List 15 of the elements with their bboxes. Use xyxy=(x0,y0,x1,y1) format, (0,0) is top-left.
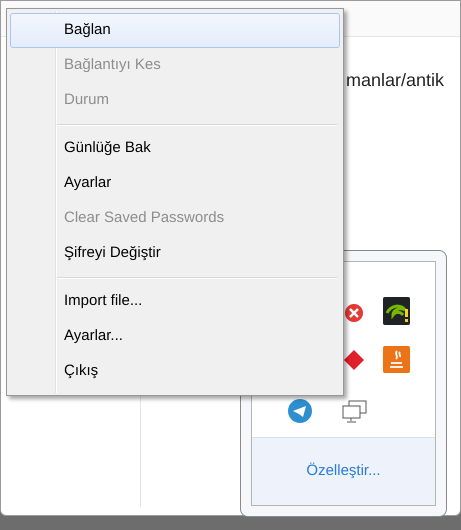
diamond-icon xyxy=(344,350,364,370)
menu-item[interactable]: Ayarlar... xyxy=(10,319,340,354)
menu-item[interactable]: Import file... xyxy=(10,284,340,319)
path-text: manlar/antik xyxy=(346,70,444,90)
menu-item[interactable]: Günlüğe Bak xyxy=(10,131,340,166)
error-icon xyxy=(343,302,365,324)
plane-icon xyxy=(287,398,313,424)
customize-link[interactable]: Özelleştir... xyxy=(306,460,381,483)
swirl-icon xyxy=(383,297,410,325)
menu-item[interactable]: Şifreyi Değiştir xyxy=(10,236,340,271)
menu-item[interactable]: Bağlan xyxy=(10,13,340,48)
cup-icon xyxy=(383,346,410,373)
monitor-icon xyxy=(342,400,368,424)
menu-item[interactable]: Ayarlar xyxy=(10,166,340,201)
menu-item[interactable]: Çıkış xyxy=(10,354,340,389)
